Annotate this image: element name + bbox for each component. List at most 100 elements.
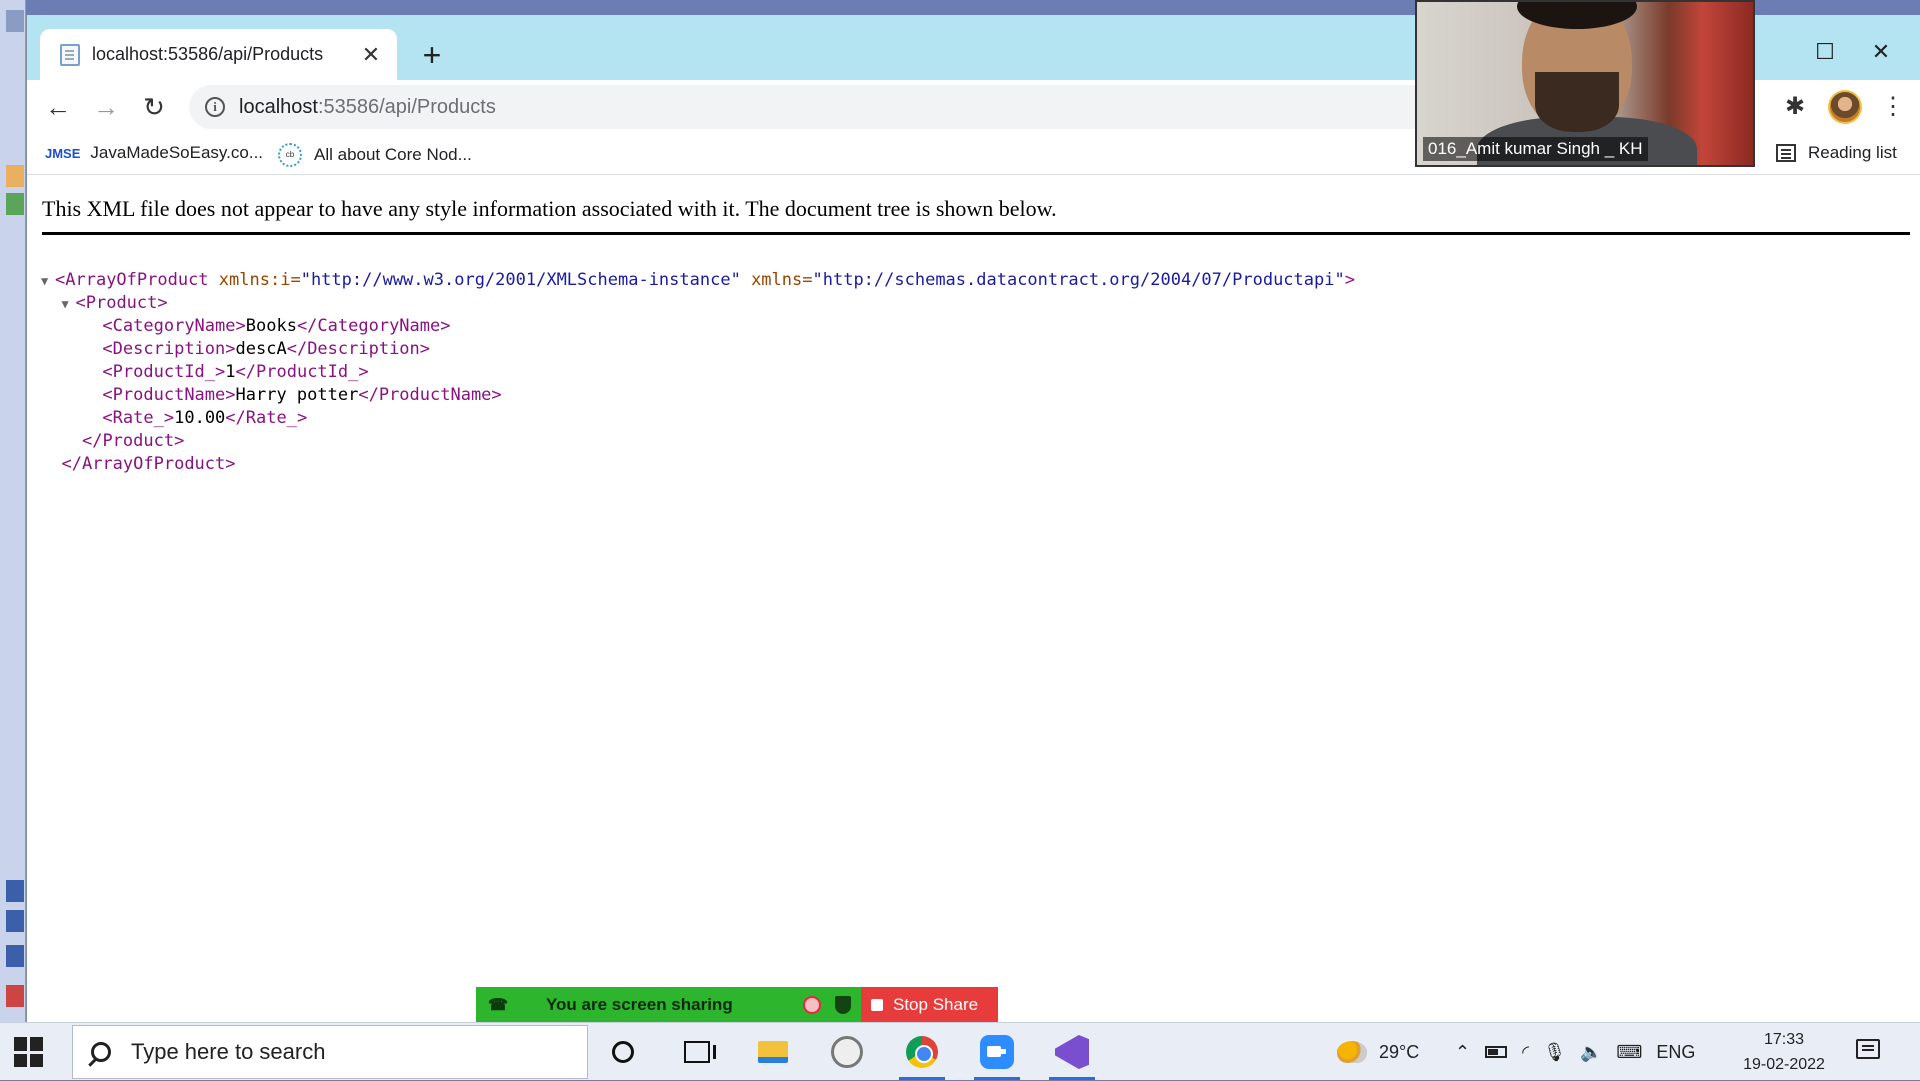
active-tab[interactable]: localhost:53586/api/Products ✕: [40, 29, 397, 80]
desktop-icon: [6, 193, 24, 215]
xml-field-line: <CategoryName>Books</CategoryName>: [102, 316, 451, 336]
webcam-video-tile: 016_Amit kumar Singh _ KH: [1415, 0, 1755, 167]
xml-field-tag: Rate_: [245, 408, 297, 428]
xml-tree: ▼ <ArrayOfProduct xmlns:i="http://www.w3.…: [41, 269, 1355, 476]
profile-avatar[interactable]: [1828, 90, 1862, 124]
forward-icon[interactable]: →: [89, 90, 123, 124]
record-icon[interactable]: [803, 995, 821, 1014]
screen-share-bar: ☎ You are screen sharing Stop Share: [476, 987, 998, 1022]
stop-share-button[interactable]: Stop Share: [861, 987, 998, 1022]
xml-product-close: </Product>: [81, 431, 185, 451]
system-tray: ⌃ ◜ 🎙 🔈 ⌨ ENG: [1448, 1023, 1702, 1081]
close-window-icon[interactable]: ✕: [1861, 33, 1901, 73]
xml-field-line: <ProductName>Harry potter</ProductName>: [102, 385, 502, 405]
bookmark-core-node[interactable]: cb All about Core Nod...: [278, 143, 472, 167]
search-icon: [91, 1042, 111, 1062]
share-status[interactable]: ☎ You are screen sharing: [476, 987, 861, 1022]
site-info-icon[interactable]: i: [205, 97, 225, 117]
xml-field-tag: ProductId_: [112, 362, 216, 382]
xml-field-line: <Rate_>10.00</Rate_>: [102, 408, 308, 428]
chrome-icon: [906, 1036, 938, 1068]
windows-start-icon[interactable]: [14, 1037, 44, 1067]
participant-video: [1535, 72, 1619, 132]
reload-icon[interactable]: ↻: [137, 90, 171, 124]
xml-root-close: </ArrayOfProduct>: [61, 454, 236, 474]
search-input[interactable]: [131, 1039, 571, 1065]
microphone-icon[interactable]: 🎙: [1543, 1042, 1566, 1063]
xml-field-tag: ProductName: [112, 385, 226, 405]
xml-field-value: 10.00: [174, 408, 226, 428]
xml-field-value: 1: [225, 362, 236, 382]
visual-studio-button[interactable]: [1047, 1027, 1097, 1080]
taskbar-clock[interactable]: 17:33 19-02-2022: [1734, 1027, 1834, 1077]
desktop-icon: [6, 985, 24, 1007]
url-path: :53586/api/Products: [317, 95, 496, 118]
stop-icon: [871, 998, 883, 1011]
collapse-triangle-icon[interactable]: ▼: [61, 293, 75, 316]
xml-field-tag: Description: [112, 339, 226, 359]
zoom-button[interactable]: [972, 1027, 1022, 1080]
reading-list-icon: [1776, 144, 1796, 162]
bookmark-javamadesoeasy[interactable]: JMSE JavaMadeSoEasy.co...: [45, 143, 263, 163]
wifi-icon[interactable]: ◜: [1522, 1042, 1529, 1063]
desktop-icon: [6, 910, 24, 932]
battery-icon[interactable]: [1485, 1046, 1508, 1058]
xml-field-value: Harry potter: [235, 385, 359, 405]
weather-widget[interactable]: 29°C: [1337, 1023, 1419, 1081]
menu-icon[interactable]: ⋮: [1878, 92, 1908, 122]
xml-field-line: <ProductId_>1</ProductId_>: [102, 362, 369, 382]
temperature: 29°C: [1379, 1041, 1420, 1062]
xml-field-line: <Description>descA</Description>: [102, 339, 431, 359]
xml-attr-value: "http://www.w3.org/2001/XMLSchema-instan…: [300, 270, 741, 290]
taskbar-search[interactable]: [72, 1025, 588, 1079]
stop-share-label: Stop Share: [893, 994, 979, 1014]
bookmark-label: JavaMadeSoEasy.co...: [90, 143, 264, 162]
maximize-icon[interactable]: ☐: [1805, 33, 1845, 73]
xml-fields: <CategoryName>Books</CategoryName> <Desc…: [41, 315, 1355, 430]
chrome-button[interactable]: [897, 1027, 947, 1080]
language-indicator[interactable]: ENG: [1656, 1042, 1695, 1063]
weather-icon: [1337, 1041, 1367, 1063]
keyboard-icon[interactable]: ⌨: [1616, 1042, 1642, 1063]
xml-field-tag: CategoryName: [112, 316, 236, 336]
xml-root-open: ▼ <ArrayOfProduct xmlns:i="http://www.w3.…: [41, 269, 1355, 292]
new-tab-button[interactable]: +: [415, 39, 449, 74]
root-tag-name: ArrayOfProduct: [65, 270, 209, 290]
task-view-icon: [684, 1041, 716, 1063]
cortana-icon: [612, 1041, 634, 1063]
close-tab-icon[interactable]: ✕: [359, 42, 383, 68]
clock-app-button[interactable]: [822, 1027, 872, 1077]
chevron-up-icon[interactable]: ⌃: [1455, 1042, 1470, 1063]
xml-style-notice: This XML file does not appear to have an…: [42, 196, 1910, 235]
taskbar: 29°C ⌃ ◜ 🎙 🔈 ⌨ ENG 17:33 19-02-2022: [0, 1022, 1920, 1080]
participant-name: 016_Amit kumar Singh _ KH: [1423, 137, 1648, 161]
clock-time: 17:33: [1763, 1031, 1805, 1048]
volume-icon[interactable]: 🔈: [1580, 1042, 1602, 1063]
desktop-icon: [6, 165, 24, 187]
desktop-icon: [6, 945, 24, 967]
notifications-icon[interactable]: [1856, 1039, 1880, 1059]
extensions-icon[interactable]: ✱: [1780, 92, 1810, 122]
share-status-label: You are screen sharing: [545, 994, 733, 1014]
product-tag-name: Product: [85, 293, 158, 313]
url-host: localhost: [239, 95, 318, 118]
task-view-button[interactable]: [672, 1027, 722, 1077]
back-icon[interactable]: ←: [41, 90, 75, 124]
cortana-button[interactable]: [598, 1027, 648, 1077]
reading-list-label: Reading list: [1808, 143, 1897, 162]
xml-field-tag: ProductName: [378, 385, 492, 405]
zoom-icon: [980, 1035, 1014, 1069]
xml-field-tag: CategoryName: [317, 316, 441, 336]
clock-date: 19-02-2022: [1743, 1056, 1825, 1073]
file-explorer-button[interactable]: [748, 1027, 798, 1077]
collapse-triangle-icon[interactable]: ▼: [41, 270, 55, 293]
xml-attr-value: "http://schemas.datacontract.org/2004/07…: [812, 270, 1345, 290]
xml-field-value: descA: [235, 339, 287, 359]
address-bar[interactable]: i localhost :53586/api/Products: [189, 85, 1489, 129]
product-tag-name: Product: [102, 431, 175, 451]
shield-icon[interactable]: [835, 995, 851, 1014]
xml-field-tag: ProductId_: [256, 362, 359, 382]
reading-list-button[interactable]: Reading list: [1776, 143, 1897, 163]
xml-product-open: ▼ <Product>: [41, 292, 1355, 315]
desktop-icon: [6, 10, 24, 32]
